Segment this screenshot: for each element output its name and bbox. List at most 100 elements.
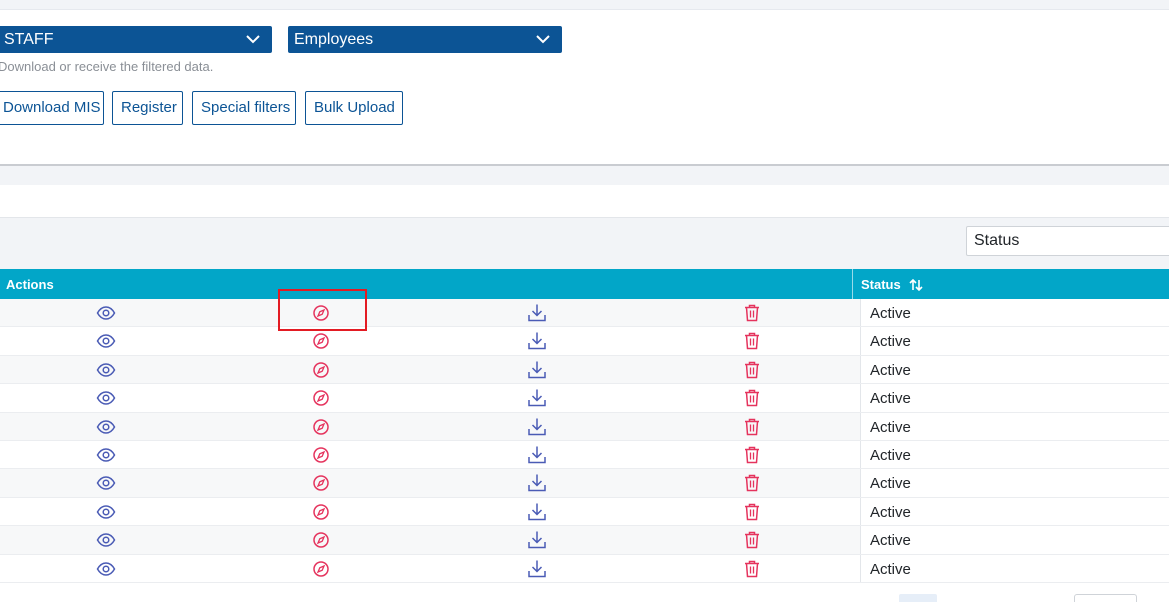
panel-gap (0, 166, 1169, 185)
compass-icon[interactable] (311, 445, 331, 465)
eye-icon[interactable] (96, 559, 116, 579)
download-icon[interactable] (527, 360, 547, 380)
trash-icon[interactable] (742, 388, 762, 408)
actions-cell (0, 299, 856, 326)
table-body: Active Active Active Active Active Active Acti… (0, 299, 1169, 583)
status-value: Active (870, 446, 911, 464)
top-bar (0, 0, 1169, 10)
bulk-upload-button[interactable]: Bulk Upload (305, 91, 403, 125)
actions-cell (0, 413, 856, 440)
actions-column-header: Actions (6, 277, 54, 292)
compass-icon[interactable] (311, 473, 331, 493)
table-row: Active (0, 299, 1169, 328)
compass-icon[interactable] (311, 559, 331, 579)
pagination-page-button[interactable] (899, 594, 937, 602)
pagination-bar (0, 583, 1169, 602)
download-icon[interactable] (527, 530, 547, 550)
trash-icon[interactable] (742, 331, 762, 351)
status-value: Active (870, 333, 911, 351)
eye-icon[interactable] (96, 502, 116, 522)
table-header: Actions Status (0, 269, 1169, 299)
status-cell: Active (860, 526, 1169, 554)
table-row: Active (0, 526, 1169, 555)
download-icon[interactable] (527, 473, 547, 493)
status-cell: Active (860, 355, 1169, 384)
trash-icon[interactable] (742, 417, 762, 437)
highlight-box (278, 289, 367, 331)
trash-icon[interactable] (742, 360, 762, 380)
actions-cell (0, 526, 856, 553)
status-value: Active (870, 503, 911, 521)
trash-icon[interactable] (742, 445, 762, 465)
compass-icon[interactable] (311, 388, 331, 408)
compass-icon[interactable] (311, 530, 331, 550)
trash-icon[interactable] (742, 303, 762, 323)
download-icon[interactable] (527, 388, 547, 408)
eye-icon[interactable] (96, 530, 116, 550)
status-cell: Active (860, 384, 1169, 412)
sort-icon[interactable] (908, 277, 924, 293)
eye-icon[interactable] (96, 473, 116, 493)
panel-header (0, 185, 1169, 218)
table-row: Active (0, 412, 1169, 441)
actions-cell (0, 469, 856, 496)
trash-icon[interactable] (742, 502, 762, 522)
staff-select-value: STAFF (4, 31, 54, 48)
eye-icon[interactable] (96, 388, 116, 408)
compass-icon[interactable] (311, 331, 331, 351)
status-cell: Active (860, 299, 1169, 327)
trash-icon[interactable] (742, 530, 762, 550)
table-row: Active (0, 355, 1169, 385)
eye-icon[interactable] (96, 331, 116, 351)
compass-icon[interactable] (311, 360, 331, 380)
status-cell: Active (860, 412, 1169, 440)
table-row: Active (0, 497, 1169, 527)
download-icon[interactable] (527, 331, 547, 351)
employees-select-value: Employees (294, 31, 374, 48)
download-icon[interactable] (527, 303, 547, 323)
download-icon[interactable] (527, 559, 547, 579)
column-separator (852, 269, 853, 299)
status-cell: Active (860, 440, 1169, 469)
status-cell: Active (860, 554, 1169, 582)
actions-cell (0, 441, 856, 468)
status-value: Active (870, 361, 911, 379)
status-value: Active (870, 390, 911, 408)
actions-cell (0, 356, 856, 383)
compass-icon[interactable] (311, 502, 331, 522)
pagination-size-select[interactable] (1074, 594, 1137, 602)
download-icon[interactable] (527, 502, 547, 522)
filter-hint-text: Download or receive the filtered data. (0, 59, 214, 74)
eye-icon[interactable] (96, 360, 116, 380)
download-icon[interactable] (527, 417, 547, 437)
staff-select[interactable]: STAFF (0, 26, 272, 53)
status-value: Active (870, 418, 911, 436)
download-mis-button[interactable]: Download MIS (0, 91, 104, 125)
download-icon[interactable] (527, 445, 547, 465)
actions-cell (0, 555, 856, 582)
chevron-down-icon (536, 35, 550, 44)
status-cell: Active (860, 469, 1169, 497)
status-cell: Active (860, 327, 1169, 355)
table-row: Active (0, 440, 1169, 470)
compass-icon[interactable] (311, 417, 331, 437)
special-filters-button[interactable]: Special filters (192, 91, 296, 125)
employees-select[interactable]: Employees (288, 26, 562, 53)
status-column-header[interactable]: Status (861, 277, 901, 292)
status-value: Active (870, 532, 911, 550)
status-search-input[interactable]: Status (966, 226, 1169, 256)
actions-cell (0, 498, 856, 525)
trash-icon[interactable] (742, 473, 762, 493)
table-row: Active (0, 469, 1169, 498)
eye-icon[interactable] (96, 303, 116, 323)
table-row: Active (0, 327, 1169, 356)
register-button[interactable]: Register (112, 91, 183, 125)
status-cell: Active (860, 497, 1169, 526)
actions-cell (0, 384, 856, 411)
trash-icon[interactable] (742, 559, 762, 579)
actions-cell (0, 327, 856, 354)
chevron-down-icon (246, 35, 260, 44)
eye-icon[interactable] (96, 417, 116, 437)
status-value: Active (870, 305, 911, 322)
eye-icon[interactable] (96, 445, 116, 465)
